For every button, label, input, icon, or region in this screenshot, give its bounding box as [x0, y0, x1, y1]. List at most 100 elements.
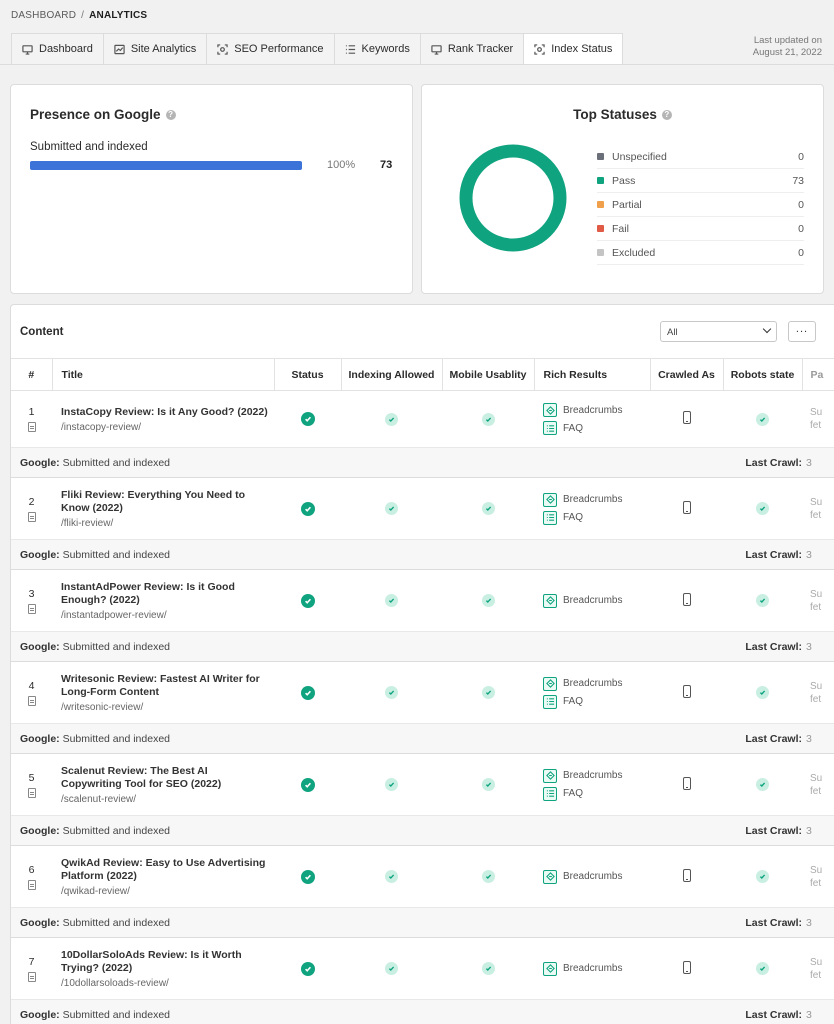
rich-result-label: Breadcrumbs — [563, 678, 623, 689]
google-status-text: Submitted and indexed — [62, 548, 171, 561]
legend-item-excluded: Excluded 0 — [597, 241, 804, 265]
help-icon[interactable]: ? — [165, 109, 176, 120]
row-number-wrap: 5 — [11, 772, 52, 798]
table-header-row: # Title Status Indexing Allowed Mobile Usabl… — [11, 358, 834, 391]
google-status-row: Google: Submitted and indexed Last Crawl:… — [11, 631, 834, 662]
status-cell — [274, 937, 341, 1000]
table-row[interactable]: 1 InstaCopy Review: Is it Any Good? (2022… — [11, 391, 834, 448]
table-row[interactable]: 6 QwikAd Review: Easy to Use Advertising … — [11, 845, 834, 908]
tab-keywords[interactable]: Keywords — [333, 33, 420, 65]
table-row[interactable]: 2 Fliki Review: Everything You Need to Kn… — [11, 477, 834, 540]
indexing-allowed-cell — [341, 845, 442, 908]
last-crawl-cell: Last Crawl: — [650, 999, 802, 1024]
google-status-cell: Google: Submitted and indexed — [11, 631, 650, 662]
col-mobile-usability-header[interactable]: Mobile Usablity — [442, 358, 535, 391]
presence-percent: 100% — [327, 159, 356, 171]
partial-cell: Su fet — [802, 477, 834, 540]
row-number: 2 — [28, 495, 35, 508]
table-row[interactable]: 7 10DollarSoloAds Review: Is it Worth Try… — [11, 937, 834, 1000]
col-number-header[interactable]: # — [11, 358, 53, 391]
rich-results-cell: Breadcrumbs FAQ — [534, 477, 650, 540]
last-crawl-cell: Last Crawl: — [650, 631, 802, 662]
status-cell — [274, 391, 341, 448]
post-title-link[interactable]: Fliki Review: Everything You Need to Kno… — [61, 489, 268, 515]
last-updated-label: Last updated on — [753, 35, 822, 46]
row-number-cell: 4 — [11, 661, 52, 724]
top-statuses-title: Top Statuses ? — [422, 107, 823, 122]
faq-icon — [543, 786, 557, 801]
rich-results-cell: Breadcrumbs FAQ — [534, 661, 650, 724]
mobile-usability-check-icon — [481, 778, 495, 791]
tab-rank-tracker[interactable]: Rank Tracker — [419, 33, 524, 65]
breadcrumb-root[interactable]: DASHBOARD — [11, 10, 76, 21]
col-rich-results-header[interactable]: Rich Results — [534, 358, 651, 391]
tab-index-status[interactable]: Index Status — [523, 33, 624, 65]
document-icon — [27, 422, 36, 432]
crawled-as-cell — [650, 477, 723, 540]
legend-item-partial: Partial 0 — [597, 193, 804, 217]
table-row[interactable]: 4 Writesonic Review: Fastest AI Writer fo… — [11, 661, 834, 724]
row-number-wrap: 4 — [11, 680, 52, 706]
col-indexing-allowed-header[interactable]: Indexing Allowed — [341, 358, 443, 391]
indexing-allowed-cell — [341, 569, 442, 632]
content-filter-select[interactable]: All — [660, 321, 777, 342]
google-status-row: Google: Submitted and indexed Last Crawl:… — [11, 723, 834, 754]
last-crawl-label: Last Crawl: — [745, 1008, 802, 1021]
robots-check-icon — [756, 686, 769, 699]
help-icon[interactable]: ? — [661, 109, 672, 120]
tab-site-analytics[interactable]: Site Analytics — [102, 33, 207, 65]
legend-swatch — [597, 249, 604, 256]
tab-seo-performance[interactable]: SEO Performance — [206, 33, 334, 65]
indexing-allowed-cell — [341, 937, 442, 1000]
post-title-link[interactable]: QwikAd Review: Easy to Use Advertising P… — [61, 857, 268, 883]
rich-result-label: Breadcrumbs — [563, 770, 623, 781]
mobile-usability-cell — [442, 753, 534, 816]
indexing-allowed-check-icon — [385, 594, 398, 607]
crawled-as-cell — [650, 753, 723, 816]
post-title-link[interactable]: InstaCopy Review: Is it Any Good? (2022) — [61, 406, 268, 419]
status-legend: Unspecified 0 Pass 73 Partial 0 Fail 0 Excluded 0 — [597, 145, 804, 265]
post-title-link[interactable]: 10DollarSoloAds Review: Is it Worth Tryi… — [61, 949, 268, 975]
col-partial-header[interactable]: Pa — [802, 358, 834, 391]
google-status-row: Google: Submitted and indexed Last Crawl:… — [11, 907, 834, 938]
table-row[interactable]: 3 InstantAdPower Review: Is it Good Enoug… — [11, 569, 834, 632]
partial-cell: Su fet — [802, 937, 834, 1000]
post-title-link[interactable]: InstantAdPower Review: Is it Good Enough… — [61, 581, 268, 607]
tab-label: Rank Tracker — [447, 43, 514, 55]
table-row[interactable]: 5 Scalenut Review: The Best AI Copywritin… — [11, 753, 834, 816]
chart-icon — [114, 44, 125, 55]
mobile-usability-check-icon — [481, 686, 495, 699]
post-title-link[interactable]: Writesonic Review: Fastest AI Writer for… — [61, 673, 268, 699]
status-pass-check-icon — [300, 777, 315, 792]
robots-state-cell — [723, 937, 802, 1000]
row-number-cell: 5 — [11, 753, 52, 816]
faq-icon — [543, 510, 557, 525]
tab-label: Keywords — [361, 43, 410, 55]
rich-results-cell: Breadcrumbs FAQ — [534, 753, 650, 816]
top-statuses-card: Top Statuses ? Unspecified 0 Pass 73 Partial… — [421, 84, 824, 294]
col-robots-state-header[interactable]: Robots state — [723, 358, 803, 391]
legend-item-fail: Fail 0 — [597, 217, 804, 241]
crawled-as-cell — [650, 569, 723, 632]
last-crawl-cell: Last Crawl: — [650, 723, 802, 754]
legend-swatch — [597, 225, 604, 232]
legend-label: Partial — [612, 198, 642, 211]
crawled-as-cell — [650, 391, 723, 448]
mobile-usability-check-icon — [481, 962, 495, 975]
post-slug: /10dollarsoloads-review/ — [61, 977, 169, 989]
col-title-header[interactable]: Title — [52, 358, 275, 391]
robots-state-cell — [723, 661, 802, 724]
post-slug: /instacopy-review/ — [61, 421, 142, 433]
row-title-cell: InstantAdPower Review: Is it Good Enough… — [52, 569, 274, 632]
row-number: 7 — [28, 955, 35, 968]
col-crawled-as-header[interactable]: Crawled As — [650, 358, 724, 391]
col-status-header[interactable]: Status — [274, 358, 342, 391]
robots-state-cell — [723, 569, 802, 632]
more-options-button[interactable]: ... — [788, 321, 816, 342]
google-status-text: Submitted and indexed — [62, 1008, 171, 1021]
robots-state-cell — [723, 753, 802, 816]
post-title-link[interactable]: Scalenut Review: The Best AI Copywriting… — [61, 765, 268, 791]
table-body: 1 InstaCopy Review: Is it Any Good? (2022… — [11, 391, 834, 1024]
monitor-icon — [431, 44, 442, 55]
tab-dashboard[interactable]: Dashboard — [11, 33, 103, 65]
